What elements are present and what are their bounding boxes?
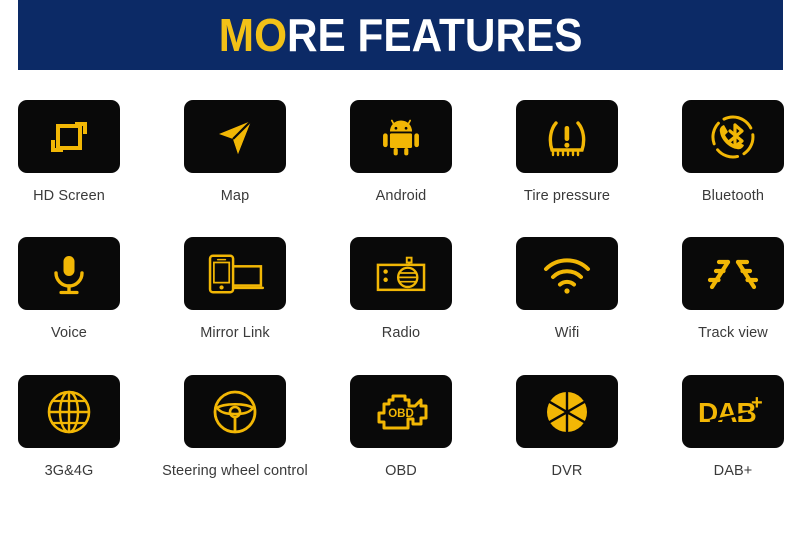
feature-grid: HD Screen Map Android Tire pressure Blue… (0, 70, 800, 482)
feature-icon-tile (682, 100, 784, 173)
feature-item-bluetooth[interactable]: Bluetooth (682, 100, 784, 207)
feature-label: Voice (51, 325, 87, 342)
feature-item-voice[interactable]: Voice (18, 237, 120, 344)
feature-item-3g4g[interactable]: 3G&4G (18, 375, 120, 482)
feature-label: OBD (385, 463, 417, 480)
feature-icon-tile (682, 237, 784, 311)
bluetooth-phone-icon (711, 115, 755, 158)
feature-row: Voice Mirror Link Radio Wifi Track view (0, 237, 800, 344)
feature-label: Map (220, 188, 250, 204)
engine-obd-icon: OBD (377, 394, 428, 430)
feature-label: Bluetooth (701, 188, 765, 204)
phone-screen-mirror-icon (208, 254, 265, 294)
feature-icon-tile: DAB + (682, 375, 784, 449)
feature-item-dvr[interactable]: DVR (516, 375, 618, 482)
feature-row: HD Screen Map Android Tire pressure Blue… (0, 100, 800, 207)
steering-wheel-icon (213, 390, 257, 433)
svg-text:+: + (751, 393, 763, 414)
navigation-arrow-icon (219, 119, 252, 154)
feature-icon-tile (350, 100, 452, 173)
feature-label: Tire pressure (523, 188, 611, 204)
feature-label: Track view (698, 325, 768, 342)
feature-icon-tile: OBD (350, 375, 452, 449)
feature-item-obd[interactable]: OBD OBD (350, 375, 452, 482)
feature-showcase-page: MORE FEATURES HD Screen Map Android Tire… (0, 0, 800, 546)
microphone-icon (54, 255, 84, 294)
feature-label: 3G&4G (44, 463, 94, 480)
feature-icon-tile (18, 375, 120, 449)
feature-item-android[interactable]: Android (350, 100, 452, 207)
feature-item-hd-screen[interactable]: HD Screen (18, 100, 120, 207)
page-title-accent: MO (218, 9, 287, 61)
globe-icon (47, 390, 91, 433)
feature-label: Steering wheel control (162, 463, 308, 480)
feature-label: Radio (381, 325, 421, 342)
feature-icon-tile (350, 237, 452, 311)
feature-item-mirror-link[interactable]: Mirror Link (184, 237, 286, 344)
feature-row: 3G&4G Steering wheel control OBD OBD DVR… (0, 375, 800, 482)
feature-label: Mirror Link (200, 325, 270, 342)
dab-plus-logo-icon: DAB + (698, 393, 763, 428)
feature-label: DAB+ (713, 463, 753, 480)
wifi-icon (544, 258, 590, 294)
feature-icon-tile (184, 237, 286, 311)
parking-track-lines-icon (707, 259, 759, 289)
feature-item-track-view[interactable]: Track view (682, 237, 784, 344)
feature-label: HD Screen (33, 188, 105, 204)
page-title: MORE FEATURES (219, 12, 583, 58)
feature-label: DVR (551, 463, 583, 480)
svg-text:OBD: OBD (388, 408, 414, 420)
page-title-plain: RE FEATURES (286, 9, 583, 61)
camera-aperture-icon (547, 390, 587, 433)
feature-label: Android (375, 188, 427, 204)
feature-item-steering-wheel-control[interactable]: Steering wheel control (162, 375, 308, 482)
feature-item-tire-pressure[interactable]: Tire pressure (516, 100, 618, 207)
tire-pressure-warning-icon (548, 120, 586, 156)
feature-icon-tile (18, 100, 120, 173)
feature-item-radio[interactable]: Radio (350, 237, 452, 344)
feature-icon-tile (184, 100, 286, 173)
feature-icon-tile (18, 237, 120, 311)
feature-icon-tile (516, 100, 618, 173)
feature-icon-tile (516, 375, 618, 449)
feature-item-dab-plus[interactable]: DAB + DAB+ (682, 375, 784, 482)
hd-screen-icon (51, 121, 87, 152)
feature-label: Wifi (554, 325, 580, 342)
feature-icon-tile (184, 375, 286, 449)
feature-item-wifi[interactable]: Wifi (516, 237, 618, 344)
feature-icon-tile (516, 237, 618, 311)
radio-icon (376, 256, 426, 291)
android-robot-icon (383, 119, 419, 155)
feature-item-map[interactable]: Map (184, 100, 286, 207)
page-banner: MORE FEATURES (18, 0, 783, 70)
